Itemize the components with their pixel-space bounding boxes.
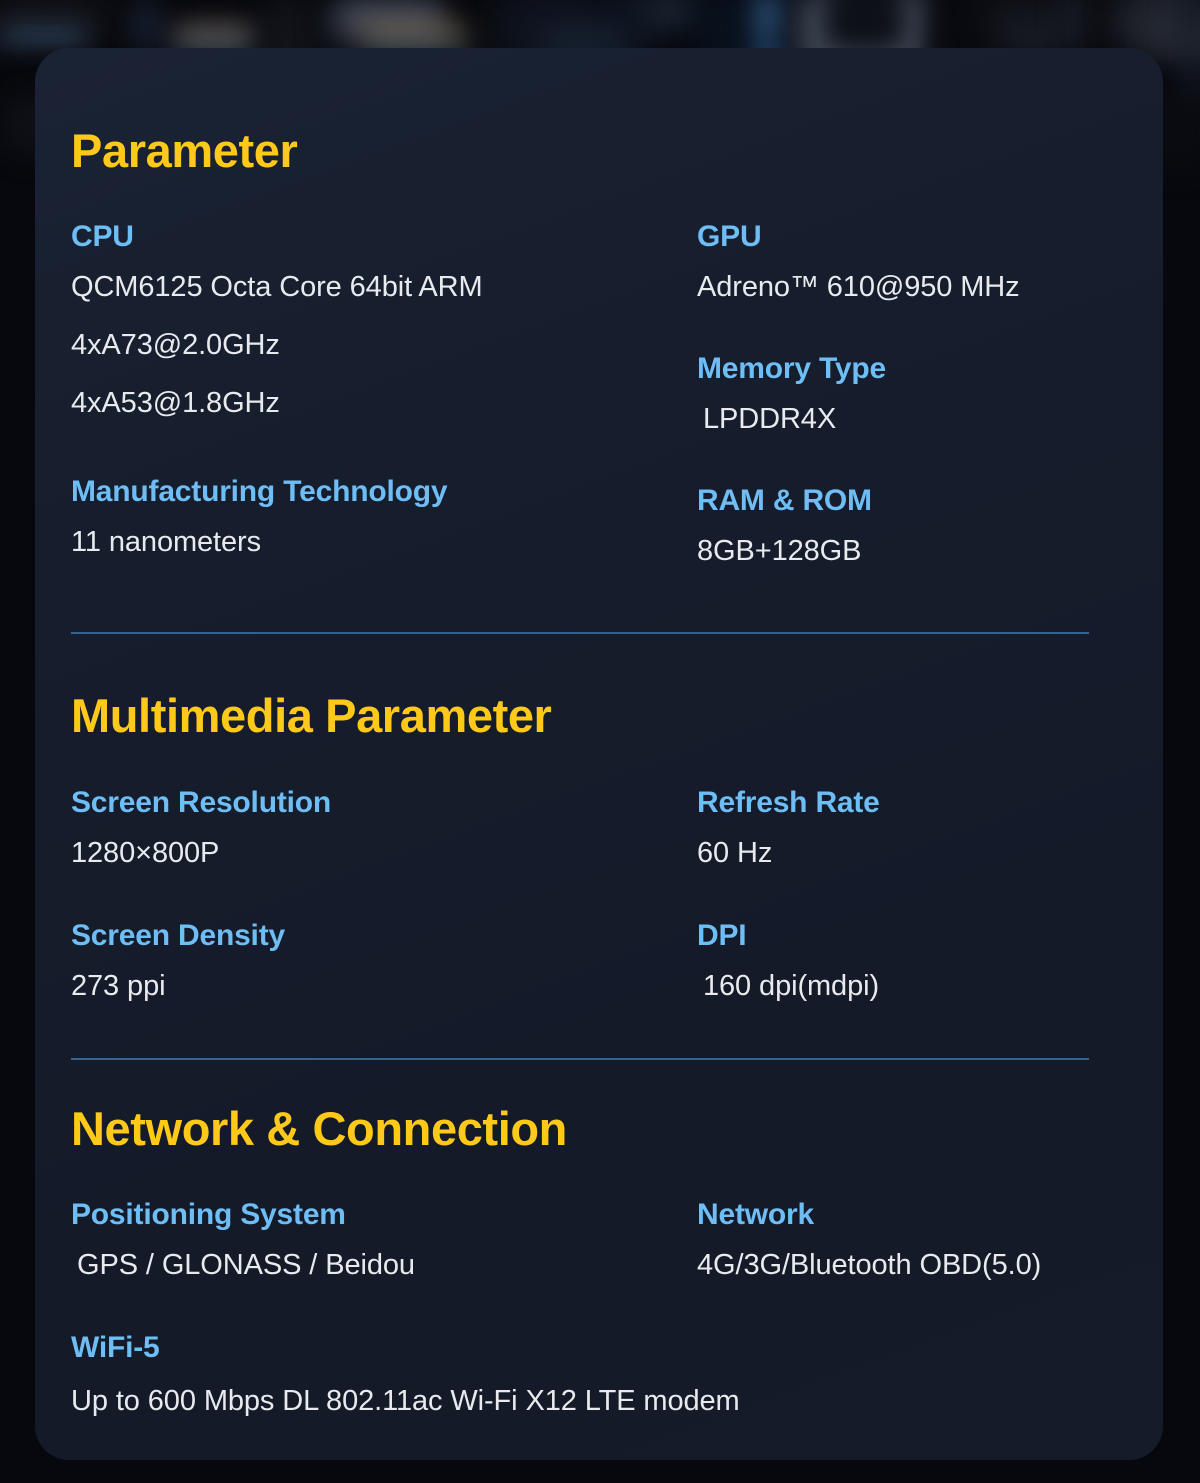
field-value-refresh-rate: 60 Hz [697,836,773,869]
bg-blob [764,8,773,24]
section-title-parameter: Parameter [71,124,298,177]
field-wifi-5: WiFi-5 [71,1331,697,1364]
field-label-gpu: GPU [697,220,762,253]
field-ram-and-rom: RAM & ROM 8GB+128GB [697,484,1127,568]
bg-blob [648,2,690,20]
field-value-memory-type: LPDDR4X [703,402,837,435]
section-multimedia-parameter: Multimedia Parameter Screen Resolution 1… [71,634,1127,1061]
field-value-screen-resolution: 1280×800P [71,836,220,869]
field-manufacturing-technology: Manufacturing Technology 11 nanometers [71,475,697,559]
bg-blob [142,4,152,48]
field-value-cpu-line-2: 4xA73@2.0GHz [71,328,280,361]
field-value-wifi-5: Up to 600 Mbps DL 802.11ac Wi-Fi X12 LTE… [71,1385,740,1418]
field-label-cpu: CPU [71,220,134,253]
field-label-screen-resolution: Screen Resolution [71,785,331,819]
field-label-memory-type: Memory Type [697,351,886,385]
parameter-right-column: GPU Adreno™ 610@950 MHz Memory Type LPDD… [697,220,1127,568]
field-positioning-system: Positioning System GPS / GLONASS / Beido… [71,1198,697,1282]
field-value-manufacturing-technology: 11 nanometers [71,525,262,558]
field-label-screen-density: Screen Density [71,918,285,952]
network-left-column: Positioning System GPS / GLONASS / Beido… [71,1198,697,1364]
bg-blob [1065,0,1089,52]
field-screen-resolution: Screen Resolution 1280×800P [71,786,697,870]
field-label-wifi-5: WiFi-5 [71,1331,160,1365]
network-right-column: Network 4G/3G/Bluetooth OBD(5.0) [697,1198,1127,1364]
field-gpu: GPU Adreno™ 610@950 MHz [697,220,1127,304]
parameter-left-column: CPU QCM6125 Octa Core 64bit ARM 4xA73@2.… [71,220,697,568]
bg-blob [364,38,476,47]
field-label-ram-and-rom: RAM & ROM [697,483,872,517]
field-cpu: CPU QCM6125 Octa Core 64bit ARM 4xA73@2.… [71,220,697,420]
field-network: Network 4G/3G/Bluetooth OBD(5.0) [697,1198,1127,1282]
bg-blob [1186,52,1200,58]
field-value-positioning-system: GPS / GLONASS / Beidou [77,1249,415,1282]
field-label-manufacturing-technology: Manufacturing Technology [71,474,448,508]
network-columns: Positioning System GPS / GLONASS / Beido… [71,1198,1127,1364]
spec-card: Parameter CPU QCM6125 Octa Core 64bit AR… [35,48,1163,1460]
field-refresh-rate: Refresh Rate 60 Hz [697,786,1127,870]
field-label-network: Network [697,1198,814,1232]
field-memory-type: Memory Type LPDDR4X [697,352,1127,436]
field-label-refresh-rate: Refresh Rate [697,785,880,819]
bg-blob [336,6,444,32]
field-label-positioning-system: Positioning System [71,1198,346,1232]
field-dpi: DPI 160 dpi(mdpi) [697,919,1127,1003]
field-value-cpu-line-3: 4xA53@1.8GHz [71,386,280,419]
bg-blob [178,32,252,40]
section-title-multimedia-parameter: Multimedia Parameter [71,688,552,742]
section-network-and-connection: Network & Connection Positioning System … [71,1060,1127,1418]
field-value-network: 4G/3G/Bluetooth OBD(5.0) [697,1249,1042,1282]
section-parameter: Parameter CPU QCM6125 Octa Core 64bit AR… [71,48,1127,634]
field-value-cpu-line-1: QCM6125 Octa Core 64bit ARM [71,271,483,303]
field-value-gpu: Adreno™ 610@950 MHz [697,271,1020,303]
field-screen-density: Screen Density 273 ppi [71,919,697,1003]
multimedia-columns: Screen Resolution 1280×800P Screen Densi… [71,786,1127,1003]
bg-blob [1186,30,1200,36]
field-label-dpi: DPI [697,918,747,952]
bg-blob [5,36,83,43]
multimedia-right-column: Refresh Rate 60 Hz DPI 160 dpi(mdpi) [697,786,1127,1003]
field-value-screen-density: 273 ppi [71,969,166,1002]
section-title-network-and-connection: Network & Connection [71,1102,567,1156]
bg-blob [110,0,170,54]
parameter-columns: CPU QCM6125 Octa Core 64bit ARM 4xA73@2.… [71,220,1127,568]
field-value-dpi: 160 dpi(mdpi) [703,969,880,1002]
multimedia-left-column: Screen Resolution 1280×800P Screen Densi… [71,786,697,1003]
field-value-ram-and-rom: 8GB+128GB [697,534,862,567]
bg-blob [178,40,252,47]
